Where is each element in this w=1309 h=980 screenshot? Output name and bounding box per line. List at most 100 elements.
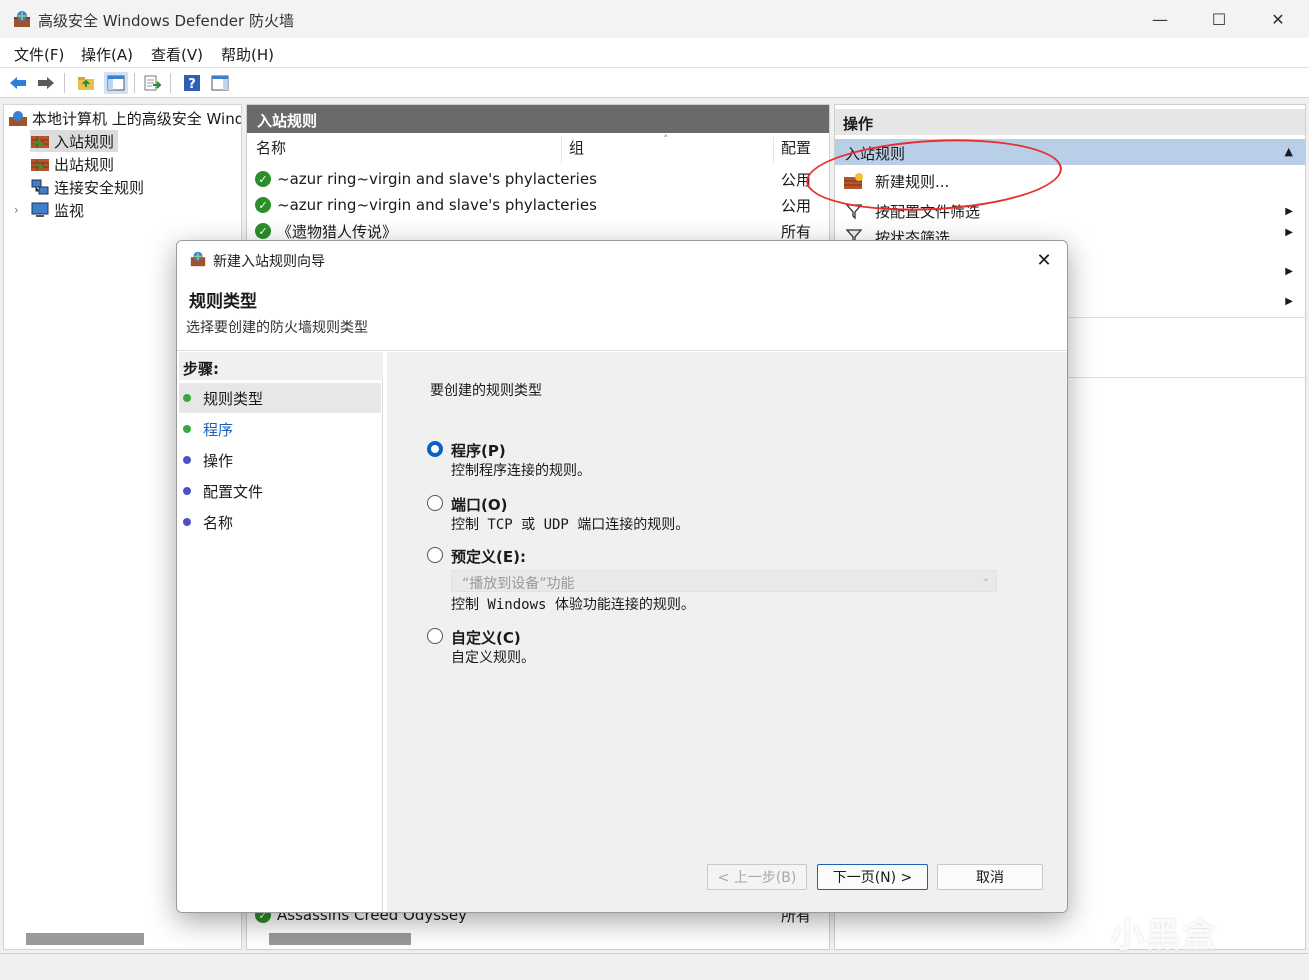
rule-name: 《遗物猎人传说》 <box>277 222 398 241</box>
step-pending-dot-icon <box>183 487 191 495</box>
step-action[interactable]: 操作 <box>179 445 381 475</box>
minimize-button[interactable]: — <box>1130 0 1190 38</box>
step-name[interactable]: 名称 <box>179 507 381 537</box>
rule-name: ~azur ring~virgin and slave's phylacteri… <box>277 196 597 214</box>
step-complete-dot-icon <box>183 394 191 402</box>
close-button[interactable]: ✕ <box>1248 0 1308 38</box>
option-label: 端口(O) <box>451 496 508 514</box>
rule-profile: 公用 <box>781 196 812 215</box>
tree-item-label: 连接安全规则 <box>54 178 145 197</box>
radio-custom[interactable] <box>427 628 443 644</box>
menu-bar: 文件(F) 操作(A) 查看(V) 帮助(H) <box>0 38 1309 68</box>
tree-item-inbound-rules[interactable]: 入站规则 <box>30 130 119 152</box>
menu-action[interactable]: 操作(A) <box>81 44 133 65</box>
option-label: 预定义(E): <box>451 548 526 566</box>
toolbar: ? <box>0 68 1309 98</box>
tree-root[interactable]: 本地计算机 上的高级安全 Windows Defender 防火墙 <box>8 107 241 129</box>
tree-item-label: 出站规则 <box>54 155 115 174</box>
tree-item-label: 监视 <box>54 201 85 220</box>
option-description: 自定义规则。 <box>451 650 535 666</box>
menu-file[interactable]: 文件(F) <box>14 44 64 65</box>
step-label: 操作 <box>203 451 234 470</box>
svg-text:?: ? <box>188 77 196 92</box>
firewall-icon <box>190 251 206 267</box>
column-header-group[interactable]: 组 <box>569 137 584 163</box>
export-list-icon[interactable] <box>140 72 164 94</box>
predefined-dropdown[interactable]: “播放到设备”功能 ⌄ <box>451 570 997 592</box>
table-row[interactable]: ✓ ~azur ring~virgin and slave's phylacte… <box>255 167 825 191</box>
step-complete-dot-icon <box>183 425 191 433</box>
step-label: 程序 <box>203 420 234 439</box>
tree-item-connection-security[interactable]: 连接安全规则 <box>30 176 144 198</box>
dialog-header: 规则类型 选择要创建的防火墙规则类型 <box>177 277 1067 351</box>
enabled-check-icon: ✓ <box>255 197 271 213</box>
collapse-icon[interactable]: ▲ <box>1285 145 1293 158</box>
step-rule-type[interactable]: 规则类型 <box>179 383 381 413</box>
wizard-steps: 步骤: 规则类型 程序 操作 配置文件 名称 <box>177 352 383 912</box>
table-row[interactable]: ✓ ~azur ring~virgin and slave's phylacte… <box>255 193 825 217</box>
next-button[interactable]: 下一页(N) > <box>817 864 928 890</box>
wizard-content: 要创建的规则类型 程序(P) 控制程序连接的规则。 端口(O) 控制 TCP 或… <box>387 352 1067 912</box>
column-header-profile[interactable]: 配置 <box>781 137 811 163</box>
step-pending-dot-icon <box>183 518 191 526</box>
cancel-button[interactable]: 取消 <box>937 864 1043 890</box>
tree-item-label: 入站规则 <box>54 132 115 151</box>
outbound-rules-icon <box>31 159 49 171</box>
expand-chevron-icon[interactable]: › <box>14 203 30 217</box>
rule-profile: 所有 <box>781 222 812 241</box>
radio-predefined[interactable] <box>427 547 443 563</box>
option-label: 自定义(C) <box>451 629 521 647</box>
sort-ascending-icon: ˄ <box>663 133 669 146</box>
option-description: 控制 Windows 体验功能连接的规则。 <box>451 597 695 613</box>
dialog-heading: 规则类型 <box>189 292 257 312</box>
firewall-icon <box>14 11 30 27</box>
title-bar: 高级安全 Windows Defender 防火墙 — ☐ ✕ <box>0 0 1309 38</box>
show-hide-tree-icon[interactable] <box>104 72 128 94</box>
connection-security-icon <box>31 179 49 195</box>
dialog-close-button[interactable]: ✕ <box>1031 247 1057 273</box>
dialog-subheading: 选择要创建的防火墙规则类型 <box>186 320 368 336</box>
option-label: 程序(P) <box>451 442 506 460</box>
column-header-name[interactable]: 名称 <box>256 137 286 163</box>
enabled-check-icon: ✓ <box>255 223 271 239</box>
new-inbound-rule-wizard: 新建入站规则向导 ✕ 规则类型 选择要创建的防火墙规则类型 步骤: 规则类型 程… <box>176 240 1068 913</box>
rule-type-prompt: 要创建的规则类型 <box>430 383 542 399</box>
steps-label: 步骤: <box>183 360 219 378</box>
radio-port[interactable] <box>427 495 443 511</box>
menu-help[interactable]: 帮助(H) <box>221 44 274 65</box>
menu-view[interactable]: 查看(V) <box>151 44 203 65</box>
inbound-rules-icon <box>31 136 49 148</box>
dialog-title: 新建入站规则向导 <box>213 254 325 270</box>
tree-horizontal-scrollbar[interactable] <box>26 933 144 945</box>
window-title: 高级安全 Windows Defender 防火墙 <box>38 12 294 30</box>
back-button[interactable]: < 上一步(B) <box>707 864 807 890</box>
tree-item-outbound-rules[interactable]: 出站规则 <box>30 153 114 175</box>
step-label: 名称 <box>203 513 234 532</box>
step-program[interactable]: 程序 <box>179 414 381 444</box>
actions-title: 操作 <box>835 109 1305 135</box>
step-label: 配置文件 <box>203 482 264 501</box>
submenu-arrow-icon: ▶ <box>1285 265 1293 277</box>
dialog-title-bar: 新建入站规则向导 ✕ <box>177 241 1067 277</box>
dropdown-value: “播放到设备”功能 <box>462 576 575 592</box>
list-horizontal-scrollbar[interactable] <box>269 933 411 945</box>
step-label: 规则类型 <box>203 389 264 408</box>
option-description: 控制 TCP 或 UDP 端口连接的规则。 <box>451 517 690 533</box>
tree-item-monitoring[interactable]: › 监视 <box>14 199 84 221</box>
help-icon[interactable]: ? <box>180 72 204 94</box>
radio-program[interactable] <box>427 441 443 457</box>
submenu-arrow-icon: ▶ <box>1285 295 1293 307</box>
step-profile[interactable]: 配置文件 <box>179 476 381 506</box>
submenu-arrow-icon: ▶ <box>1285 205 1293 217</box>
enabled-check-icon: ✓ <box>255 171 271 187</box>
firewall-icon <box>9 111 27 126</box>
forward-icon[interactable] <box>34 72 58 94</box>
back-icon[interactable] <box>6 72 30 94</box>
show-hide-actions-icon[interactable] <box>208 72 232 94</box>
maximize-button[interactable]: ☐ <box>1189 0 1249 38</box>
status-bar <box>0 953 1309 980</box>
step-pending-dot-icon <box>183 456 191 464</box>
option-description: 控制程序连接的规则。 <box>451 463 591 479</box>
rule-name: ~azur ring~virgin and slave's phylacteri… <box>277 170 597 188</box>
up-folder-icon[interactable] <box>74 72 98 94</box>
